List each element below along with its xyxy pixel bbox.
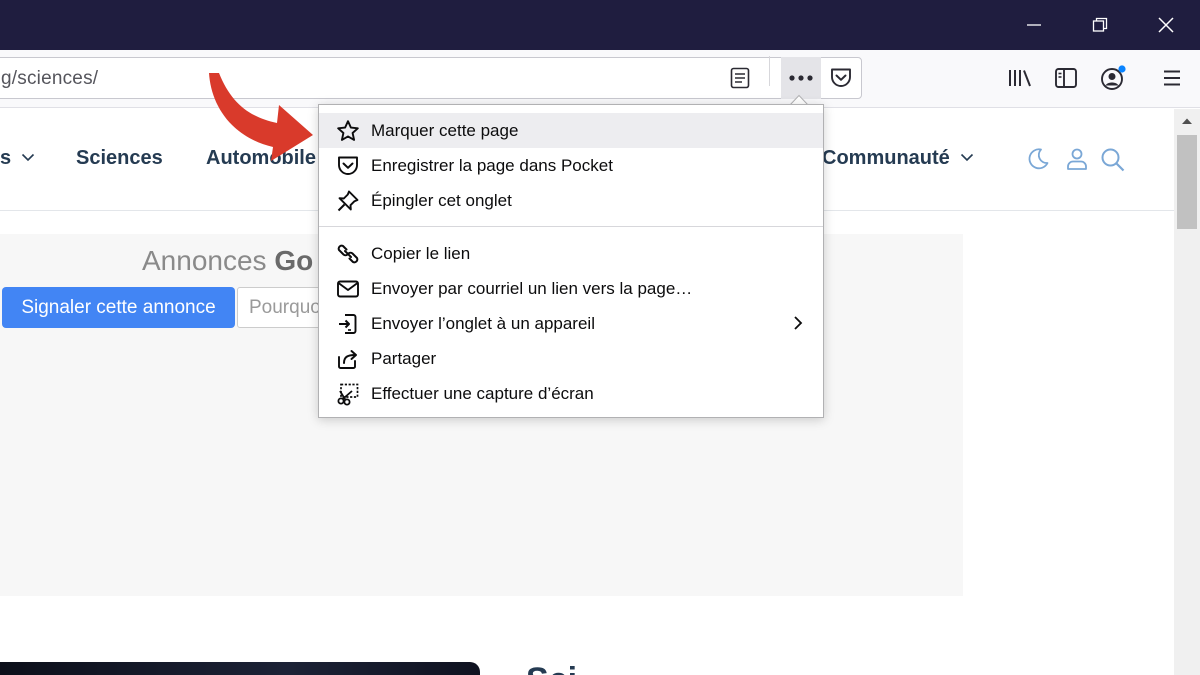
menu-item-share[interactable]: Partager xyxy=(319,341,823,376)
chevron-down-icon xyxy=(22,153,35,162)
account-icon xyxy=(1101,65,1126,90)
url-bar-divider xyxy=(769,56,770,86)
restore-icon xyxy=(1092,17,1108,32)
pocket-icon xyxy=(338,156,358,175)
mail-icon xyxy=(337,280,359,297)
ad-brand-text: Go xyxy=(274,245,314,276)
reader-view-button[interactable] xyxy=(728,66,752,90)
menu-item-screenshot[interactable]: Effectuer une capture d’écran xyxy=(319,376,823,411)
star-icon xyxy=(337,119,359,141)
dark-mode-toggle[interactable] xyxy=(1026,147,1050,176)
search-icon xyxy=(1101,148,1125,172)
nav-item-partial-label: s xyxy=(0,147,12,169)
scrollbar-thumb[interactable] xyxy=(1177,135,1197,229)
pocket-icon xyxy=(831,68,851,87)
chevron-right-icon xyxy=(794,316,803,330)
nav-item-communaute-label: Communauté xyxy=(822,147,950,169)
menu-item-pin-tab[interactable]: Épingler cet onglet xyxy=(319,183,823,218)
more-actions-icon xyxy=(789,75,813,81)
page-scrollbar[interactable] xyxy=(1174,109,1200,675)
nav-item-communaute[interactable]: Communauté xyxy=(822,147,974,170)
page-actions-menu: Marquer cette page Enregistrer la page d… xyxy=(318,104,824,418)
link-icon xyxy=(337,244,359,263)
page-actions-button[interactable] xyxy=(781,57,821,99)
report-ad-button[interactable]: Signaler cette annonce xyxy=(2,287,235,328)
close-window-button[interactable] xyxy=(1134,0,1198,50)
notification-dot xyxy=(1118,65,1126,73)
nav-item-sciences[interactable]: Sciences xyxy=(76,147,163,170)
library-icon xyxy=(1009,70,1031,87)
menu-item-label: Épingler cet onglet xyxy=(371,190,512,210)
menu-item-label: Enregistrer la page dans Pocket xyxy=(371,155,613,175)
ad-title-text: Annonces xyxy=(142,245,275,276)
menu-item-send-tab-to-device[interactable]: Envoyer l’onglet à un appareil xyxy=(319,306,823,341)
menu-item-label: Copier le lien xyxy=(371,243,471,263)
pocket-button[interactable] xyxy=(829,66,853,90)
nav-item-partial[interactable]: s xyxy=(0,147,35,170)
menu-item-label: Envoyer par courriel un lien vers la pag… xyxy=(371,278,693,298)
menu-item-label: Effectuer une capture d’écran xyxy=(371,383,594,403)
minimize-icon xyxy=(1027,24,1041,26)
moon-icon xyxy=(1028,148,1049,170)
share-icon xyxy=(338,349,357,369)
menu-item-label: Marquer cette page xyxy=(371,120,519,140)
main-menu-button[interactable] xyxy=(1160,66,1184,90)
pin-icon xyxy=(337,190,359,211)
close-icon xyxy=(1158,17,1174,33)
screenshot-icon xyxy=(337,383,359,405)
menu-item-copy-link[interactable]: Copier le lien xyxy=(319,236,823,271)
send-to-device-icon xyxy=(339,313,357,334)
section-heading: Sci xyxy=(526,661,577,675)
url-text[interactable]: g/sciences/ xyxy=(1,68,98,90)
account-button[interactable] xyxy=(1099,64,1127,92)
chevron-down-icon xyxy=(960,153,973,162)
reader-view-icon xyxy=(730,67,750,89)
ad-title: Annonces Go xyxy=(142,245,313,277)
article-thumbnail[interactable] xyxy=(0,662,480,675)
scroll-up-icon[interactable] xyxy=(1181,117,1193,125)
window-titlebar xyxy=(0,0,1200,50)
minimize-button[interactable] xyxy=(1002,0,1066,50)
menu-icon xyxy=(1164,70,1180,86)
restore-button[interactable] xyxy=(1068,0,1132,50)
menu-item-bookmark[interactable]: Marquer cette page xyxy=(319,113,823,148)
menu-item-save-to-pocket[interactable]: Enregistrer la page dans Pocket xyxy=(319,148,823,183)
sidebar-icon xyxy=(1055,68,1077,88)
menu-item-label: Partager xyxy=(371,348,437,368)
library-button[interactable] xyxy=(1007,66,1033,90)
menu-item-email-link[interactable]: Envoyer par courriel un lien vers la pag… xyxy=(319,271,823,306)
menu-item-label: Envoyer l’onglet à un appareil xyxy=(371,313,595,333)
site-search-button[interactable] xyxy=(1100,147,1126,178)
user-account-link[interactable] xyxy=(1065,147,1089,176)
sidebar-button[interactable] xyxy=(1054,66,1078,90)
red-arrow-annotation xyxy=(209,73,313,161)
menu-separator xyxy=(319,226,823,227)
user-icon xyxy=(1067,148,1087,170)
